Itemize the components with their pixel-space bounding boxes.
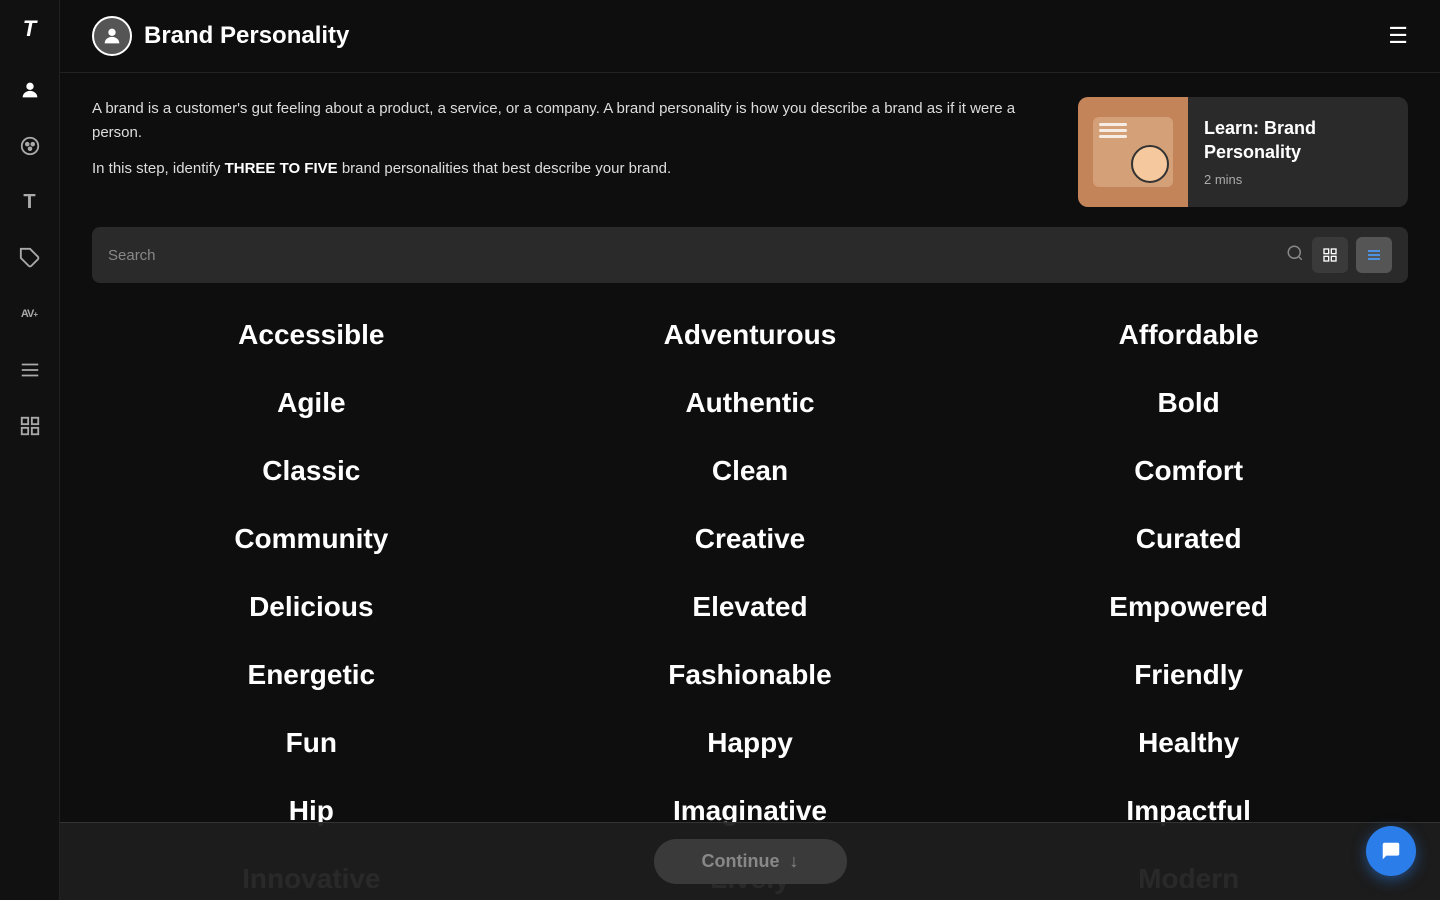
- personality-item[interactable]: Affordable: [969, 303, 1408, 367]
- continue-label: Continue: [702, 851, 780, 872]
- thumb-face: [1131, 145, 1169, 183]
- continue-bar: Continue ↓: [60, 822, 1440, 900]
- sidebar-icon-text[interactable]: T: [14, 186, 46, 218]
- personality-item[interactable]: Fashionable: [531, 643, 970, 707]
- sidebar-icon-typography[interactable]: AV+: [14, 298, 46, 330]
- personality-item[interactable]: Community: [92, 507, 531, 571]
- personality-item[interactable]: Friendly: [969, 643, 1408, 707]
- personality-item[interactable]: Curated: [969, 507, 1408, 571]
- personality-item[interactable]: Authentic: [531, 371, 970, 435]
- personality-item[interactable]: Adventurous: [531, 303, 970, 367]
- personality-item[interactable]: Accessible: [92, 303, 531, 367]
- search-icon: [1286, 244, 1304, 267]
- thumb-line-1: [1099, 123, 1127, 126]
- personality-item[interactable]: Bold: [969, 371, 1408, 435]
- personality-item[interactable]: Delicious: [92, 575, 531, 639]
- list-view-button[interactable]: [1356, 237, 1392, 273]
- learn-card-info: Learn: Brand Personality 2 mins: [1188, 105, 1408, 199]
- sidebar-icon-paragraph[interactable]: [14, 354, 46, 386]
- app-logo: T: [23, 16, 36, 42]
- thumbnail-inner: [1093, 117, 1173, 187]
- personality-item[interactable]: Fun: [92, 711, 531, 775]
- search-input[interactable]: [108, 247, 1278, 264]
- sidebar-icon-tag[interactable]: [14, 242, 46, 274]
- continue-icon: ↓: [790, 851, 799, 872]
- personality-grid: AccessibleAdventurousAffordable AgileAuth…: [92, 303, 1408, 900]
- content-area: A brand is a customer's gut feeling abou…: [60, 73, 1440, 900]
- sidebar-icon-profile[interactable]: [14, 74, 46, 106]
- thumb-text-lines: [1099, 123, 1127, 138]
- personality-item[interactable]: Healthy: [969, 711, 1408, 775]
- personality-item[interactable]: Clean: [531, 439, 970, 503]
- page-title: Brand Personality: [144, 22, 349, 50]
- chat-button[interactable]: [1366, 826, 1416, 876]
- thumb-line-2: [1099, 129, 1127, 132]
- grid-view-button[interactable]: [1312, 237, 1348, 273]
- personality-item[interactable]: Agile: [92, 371, 531, 435]
- sidebar: T T AV+: [0, 0, 60, 900]
- personality-item[interactable]: Classic: [92, 439, 531, 503]
- avatar: [92, 16, 132, 56]
- thumb-line-3: [1099, 135, 1127, 138]
- learn-card-title: Learn: Brand Personality: [1204, 117, 1392, 164]
- description: A brand is a customer's gut feeling abou…: [92, 97, 1046, 193]
- personality-item[interactable]: Creative: [531, 507, 970, 571]
- learn-card[interactable]: Learn: Brand Personality 2 mins: [1078, 97, 1408, 207]
- intro-row: A brand is a customer's gut feeling abou…: [92, 97, 1408, 207]
- main-content: Brand Personality ☰ A brand is a custome…: [60, 0, 1440, 900]
- personality-item[interactable]: Happy: [531, 711, 970, 775]
- hamburger-menu[interactable]: ☰: [1388, 23, 1408, 49]
- sidebar-icon-palette[interactable]: [14, 130, 46, 162]
- search-bar: [92, 227, 1408, 283]
- view-toggle: [1312, 237, 1392, 273]
- personality-item[interactable]: Comfort: [969, 439, 1408, 503]
- sidebar-icon-grid[interactable]: [14, 410, 46, 442]
- top-bar: Brand Personality ☰: [60, 0, 1440, 73]
- emphasis-text: THREE to FIVE: [225, 160, 338, 177]
- personality-item[interactable]: Empowered: [969, 575, 1408, 639]
- description-p1: A brand is a customer's gut feeling abou…: [92, 97, 1046, 145]
- learn-card-thumbnail: [1078, 97, 1188, 207]
- description-p2: In this step, identify THREE to FIVE bra…: [92, 157, 1046, 181]
- personality-item[interactable]: Elevated: [531, 575, 970, 639]
- personality-item[interactable]: Energetic: [92, 643, 531, 707]
- top-bar-left: Brand Personality: [92, 16, 349, 56]
- learn-card-duration: 2 mins: [1204, 172, 1392, 187]
- continue-button[interactable]: Continue ↓: [654, 839, 847, 884]
